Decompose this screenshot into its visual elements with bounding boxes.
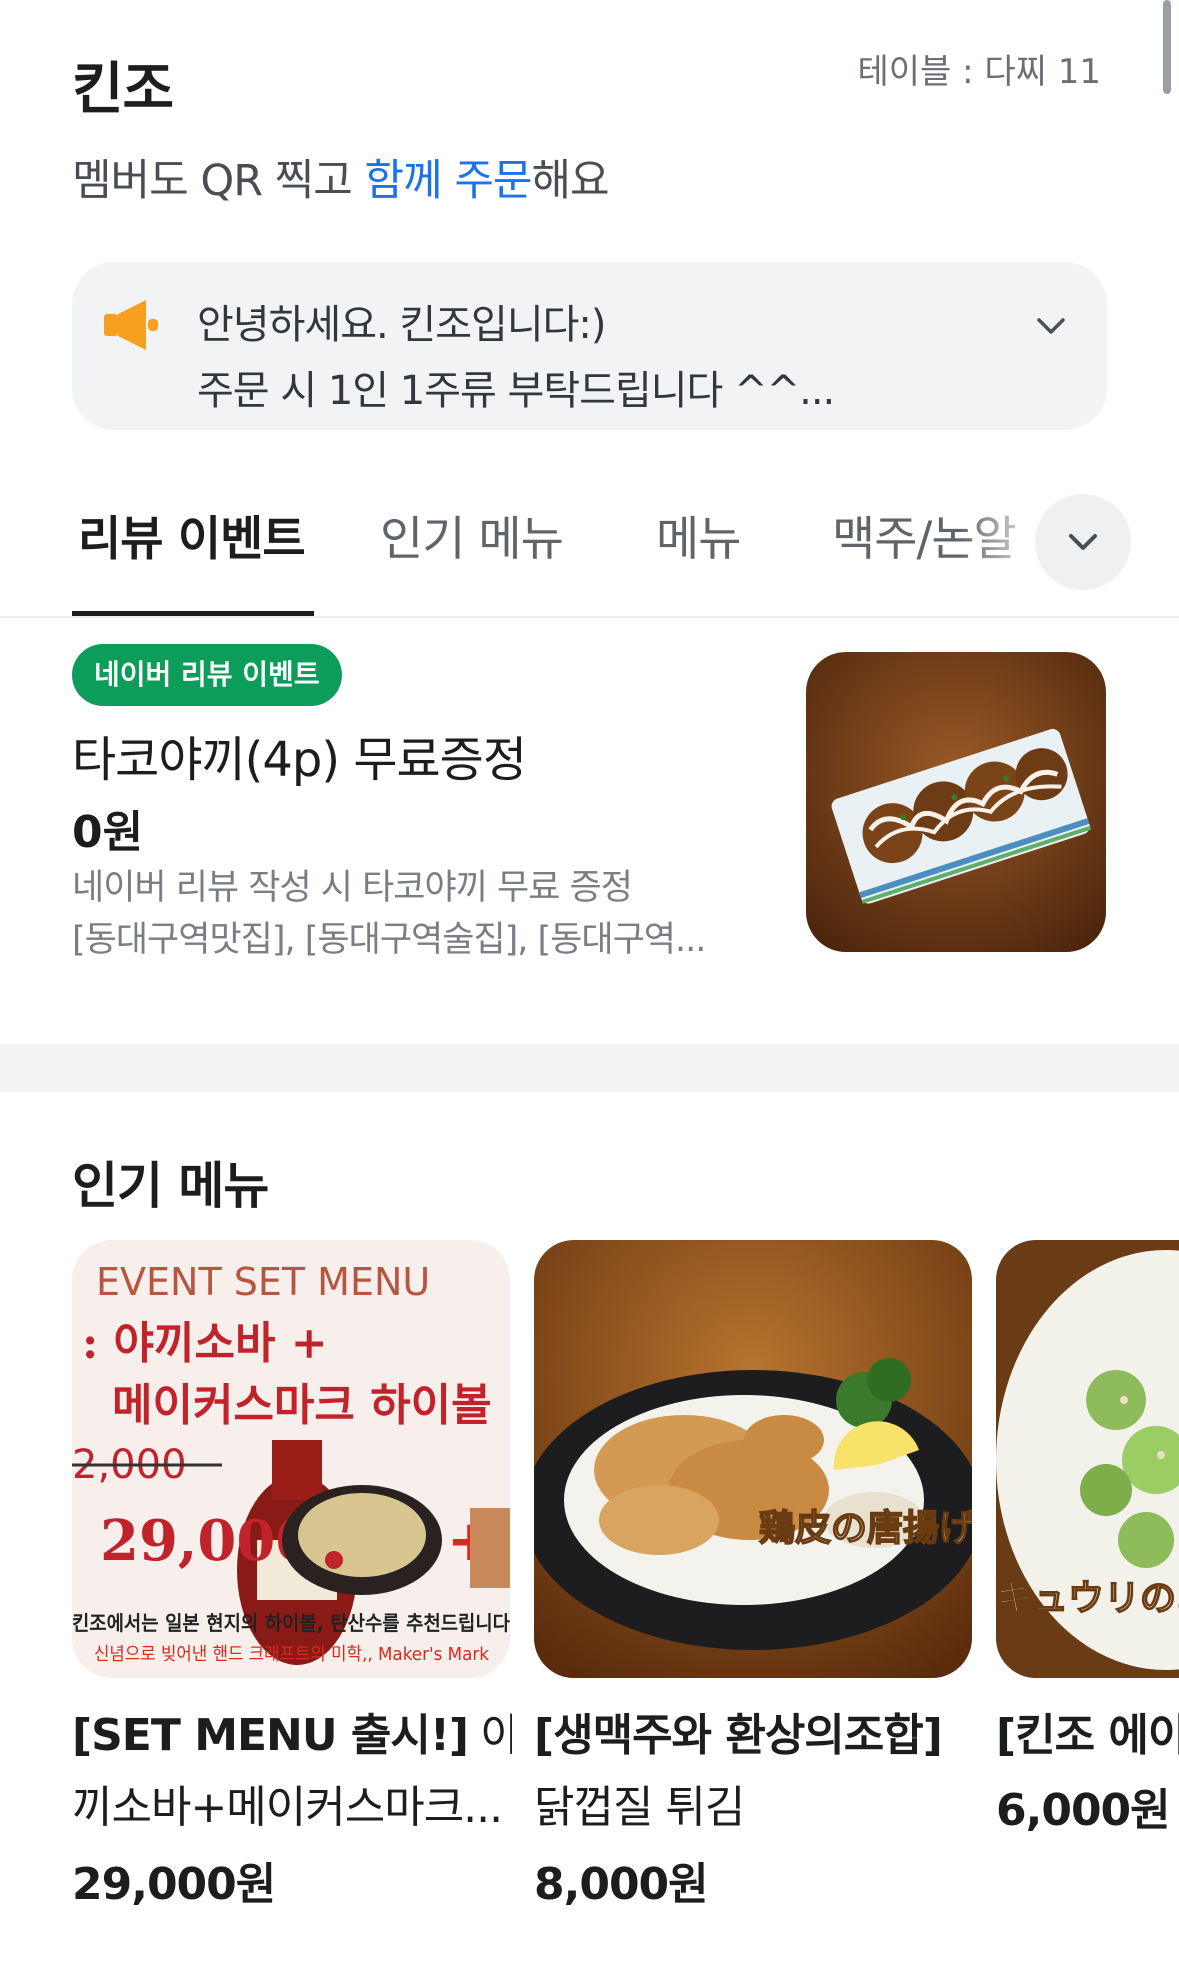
section-divider: [0, 1044, 1179, 1092]
set-menu-poster: EVENT SET MENU : 야끼소바 + 메이커스마크 하이볼 2,000…: [72, 1240, 510, 1678]
card-price: 8,000원: [534, 1859, 709, 1910]
event-price: 0원: [72, 807, 144, 858]
photo-overlay-text: キュウリのあ: [996, 1578, 1179, 1619]
card-name: [생맥주와 환상의조합] 닭껍질 튀김: [534, 1700, 974, 1844]
card-name-line2: 닭껍질 튀김: [534, 1782, 745, 1833]
subtitle-post: 해요: [531, 156, 609, 206]
event-badge: 네이버 리뷰 이벤트: [72, 644, 342, 706]
notice-banner[interactable]: 안녕하세요. 킨조입니다:) 주문 시 1인 1주류 부탁드립니다 ^^...: [72, 262, 1107, 430]
chevron-down-icon[interactable]: [1031, 306, 1071, 346]
popular-menu-title: 인기 메뉴: [72, 1157, 269, 1215]
subtitle-pre: 멤버도 QR 찍고: [72, 156, 365, 206]
event-description: 네이버 리뷰 작성 시 타코야끼 무료 증정 [동대구역맛집], [동대구역술집…: [72, 862, 732, 966]
takoyaki-photo: [806, 652, 1106, 952]
photo-overlay-text: 鶏皮の唐揚げ: [759, 1507, 972, 1549]
card-name: [SET MENU 출시!] 야 끼소바+메이커스마크...: [72, 1700, 512, 1844]
cucumber-photo: キュウリのあ: [996, 1240, 1179, 1678]
poster-line3: 메이커스마크 하이볼: [112, 1380, 492, 1431]
poster-line5: 신념으로 빚어낸 핸드 크래프트의 미학,, Maker's Mark: [94, 1644, 490, 1665]
poster-line2: : 야끼소바 +: [82, 1318, 328, 1369]
poster-title: EVENT SET MENU: [96, 1260, 430, 1304]
card-name-bold: [SET MENU 출시!]: [72, 1710, 469, 1761]
scrollbar[interactable]: [1163, 0, 1171, 94]
card-name-line2: 끼소바+메이커스마크...: [72, 1782, 503, 1833]
poster-line4: 킨조에서는 일본 현지의 하이볼, 탄산수를 추천드립니다: [72, 1611, 510, 1635]
card-price: 29,000원: [72, 1859, 276, 1910]
card-name-bold: [킨조 에이: [996, 1710, 1179, 1761]
table-info: 테이블 : 다찌 11: [857, 52, 1101, 92]
card-name: [킨조 에이: [996, 1700, 1179, 1772]
chicken-skin-photo: 鶏皮の唐揚げ: [534, 1240, 972, 1678]
tab-popular-menu[interactable]: 인기 메뉴: [380, 500, 564, 569]
notice-line1: 안녕하세요. 킨조입니다:): [197, 302, 607, 348]
active-tab-indicator: [72, 611, 314, 616]
chevron-down-icon: [1069, 534, 1097, 550]
category-tabs: 리뷰 이벤트 인기 메뉴 메뉴 맥주/논알: [0, 470, 1179, 618]
store-name: 킨조: [72, 57, 174, 122]
megaphone-icon: [104, 300, 158, 350]
event-title: 타코야끼(4p) 무료증정: [72, 732, 527, 788]
subtitle-highlight: 함께 주문: [364, 156, 533, 206]
card-name-rest: 야: [481, 1710, 512, 1761]
card-price: 6,000원: [996, 1785, 1171, 1836]
card-name-bold: [생맥주와 환상의조합]: [534, 1710, 943, 1761]
subtitle: 멤버도 QR 찍고 함께 주문해요: [72, 146, 610, 208]
notice-line2: 주문 시 1인 1주류 부탁드립니다 ^^...: [197, 368, 835, 414]
tab-menu[interactable]: 메뉴: [656, 500, 741, 569]
event-desc-line1: 네이버 리뷰 작성 시 타코야끼 무료 증정: [72, 868, 633, 908]
event-desc-line2: [동대구역맛집], [동대구역술집], [동대구역...: [72, 920, 706, 960]
tabs-expand-button[interactable]: [1035, 494, 1131, 590]
tab-review-event[interactable]: 리뷰 이벤트: [78, 500, 306, 569]
